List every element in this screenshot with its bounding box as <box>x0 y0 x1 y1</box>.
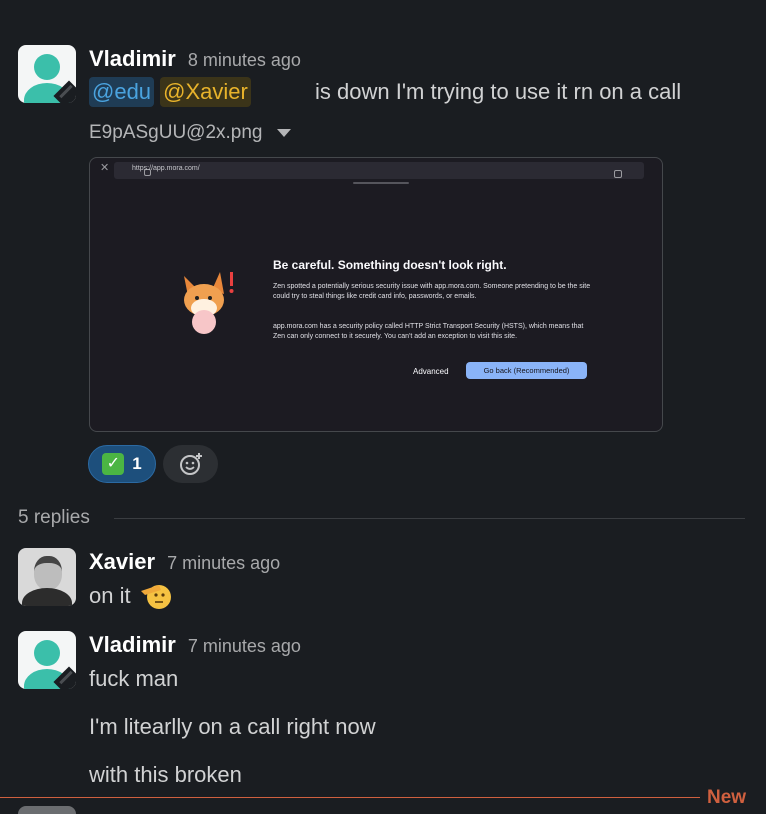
white-check-mark-icon: ✓ <box>102 453 125 475</box>
replies-count[interactable]: 5 replies <box>18 507 90 529</box>
fox-mascot-icon <box>184 272 234 334</box>
mention-edu[interactable]: @edu <box>89 77 155 107</box>
attachment-filename[interactable]: E9pASgUU@2x.png <box>89 122 291 144</box>
avatar[interactable] <box>18 631 76 689</box>
add-reaction-icon <box>179 453 202 475</box>
warning-paragraph: Zen spotted a potentially serious securi… <box>273 283 591 300</box>
message-line: fuck man <box>89 666 179 691</box>
avatar[interactable] <box>18 45 76 103</box>
new-messages-label: New <box>707 787 747 808</box>
author-name[interactable]: Vladimir <box>89 631 176 659</box>
chevron-down-icon[interactable] <box>276 129 291 137</box>
advanced-button: Advanced <box>413 367 449 376</box>
warning-paragraph: app.mora.com has a security policy calle… <box>273 323 584 340</box>
avatar[interactable] <box>18 806 76 814</box>
timestamp[interactable]: 7 minutes ago <box>167 549 280 577</box>
new-messages-divider <box>0 797 700 798</box>
divider <box>114 518 745 519</box>
message-line: I'm litearlly on a call right now <box>89 714 376 739</box>
reaction-count: 1 <box>132 454 142 473</box>
message-line: with this broken <box>89 762 242 787</box>
reaction-check[interactable]: ✓ 1 <box>88 445 156 483</box>
add-reaction-button[interactable] <box>163 445 218 483</box>
warning-title: Be careful. Something doesn't look right… <box>273 258 507 272</box>
mention-xavier[interactable]: @Xavier <box>160 77 251 107</box>
message-text: @edu @Xavier is down I'm trying to use i… <box>89 77 681 107</box>
extension-icon <box>614 170 622 178</box>
attachment-image[interactable]: ✕ https://app.mora.com/ Be careful. Some… <box>89 157 663 432</box>
close-icon: ✕ <box>100 162 110 174</box>
go-back-button: Go back (Recommended) <box>466 362 587 379</box>
author-name[interactable]: Vladimir <box>89 45 176 73</box>
message-body: is down I'm trying to use it rn on a cal… <box>315 79 682 104</box>
timestamp[interactable]: 7 minutes ago <box>188 632 301 660</box>
drag-handle <box>353 182 409 184</box>
browser-url: https://app.mora.com/ <box>132 165 200 172</box>
message-vladimir-1: Vladimir 8 minutes ago @edu @Xavier is d… <box>18 45 681 107</box>
author-name[interactable]: Xavier <box>89 548 155 576</box>
message-xavier: Xavier 7 minutes ago on it <box>18 548 280 611</box>
message-vladimir-2: Vladimir 7 minutes ago fuck man I'm lite… <box>18 631 376 790</box>
timestamp[interactable]: 8 minutes ago <box>188 46 301 74</box>
saluting-face-icon <box>140 585 171 609</box>
avatar[interactable] <box>18 548 76 606</box>
message-text: on it <box>89 581 280 611</box>
